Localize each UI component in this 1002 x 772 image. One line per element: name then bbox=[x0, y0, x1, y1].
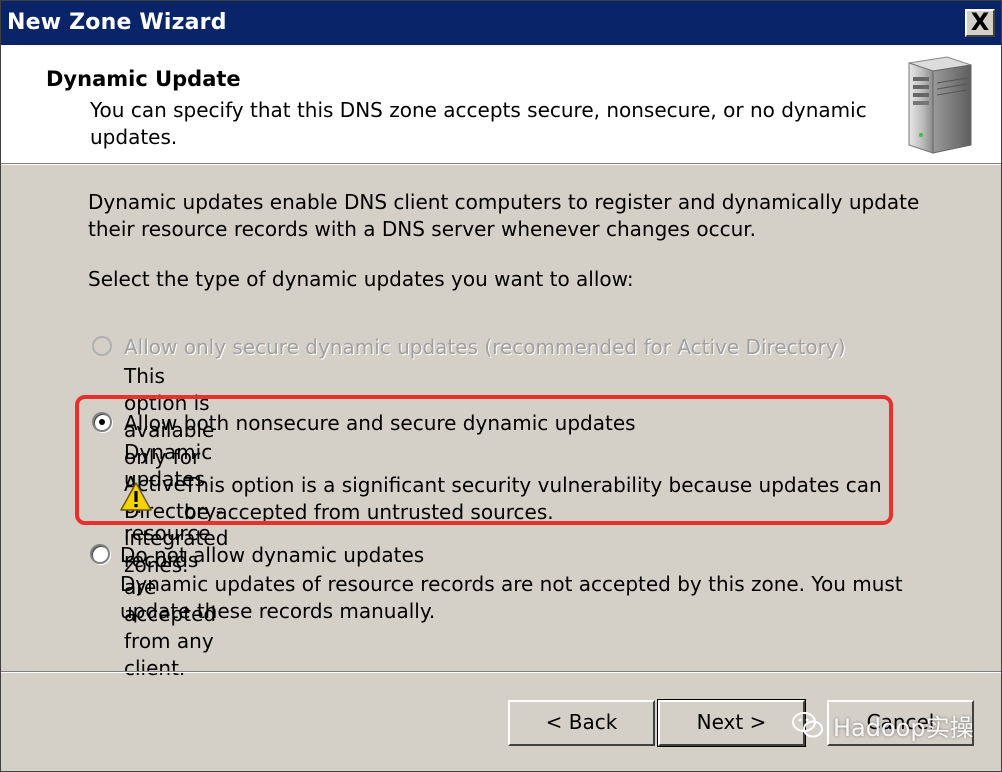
title-bar[interactable]: New Zone Wizard X bbox=[1, 1, 1001, 45]
page-title: Dynamic Update bbox=[46, 67, 241, 91]
selection-prompt: Select the type of dynamic updates you w… bbox=[88, 267, 634, 291]
footer-divider bbox=[1, 671, 1001, 673]
intro-text: Dynamic updates enable DNS client comput… bbox=[88, 190, 920, 241]
wizard-header: Dynamic Update You can specify that this… bbox=[1, 45, 1001, 164]
next-button[interactable]: Next > bbox=[657, 699, 806, 747]
server-icon bbox=[908, 56, 972, 154]
highlight-annotation bbox=[75, 395, 893, 525]
option-no-dynamic-updates-label[interactable]: Do not allow dynamic updates bbox=[120, 543, 424, 567]
watermark-text: Hadoop实操 bbox=[833, 713, 974, 742]
watermark: Hadoop实操 bbox=[791, 703, 974, 747]
radio-secure-only bbox=[92, 336, 112, 356]
wechat-logo-icon bbox=[792, 712, 823, 738]
back-button[interactable]: < Back bbox=[508, 700, 655, 746]
window-title: New Zone Wizard bbox=[7, 10, 227, 35]
new-zone-wizard-window: New Zone Wizard X Dynamic Update You can… bbox=[0, 0, 1002, 772]
option-no-dynamic-updates-description: Dynamic updates of resource records are … bbox=[120, 572, 903, 623]
close-button[interactable]: X bbox=[965, 9, 995, 37]
header-divider bbox=[1, 164, 1001, 165]
option-secure-only-label: Allow only secure dynamic updates (recom… bbox=[124, 335, 846, 359]
radio-no-dynamic-updates[interactable] bbox=[90, 544, 110, 564]
page-subtitle: You can specify that this DNS zone accep… bbox=[90, 98, 867, 149]
